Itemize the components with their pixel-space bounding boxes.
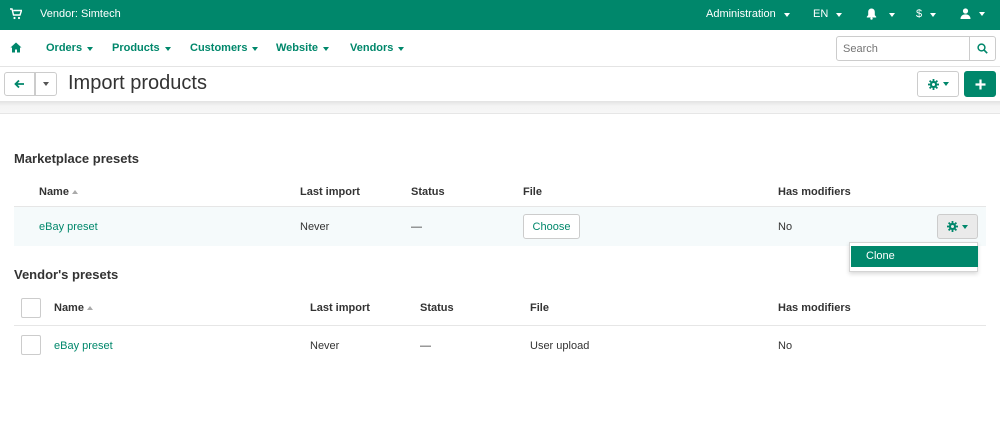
home-icon[interactable] [10,42,22,54]
vendor-preset-name-link[interactable]: eBay preset [54,340,113,352]
chevron-down-icon [979,12,985,16]
administration-label: Administration [706,8,776,20]
nav-products[interactable]: Products [112,42,171,54]
vendor-file: User upload [530,340,590,352]
search-icon [977,43,988,54]
plus-icon [975,79,985,89]
notifications-menu[interactable] [866,8,895,20]
clone-menu-item[interactable]: Clone [851,246,978,267]
currency-label: $ [916,8,923,20]
marketplace-has-modifiers: No [778,221,793,233]
chevron-down-icon [962,224,968,229]
nav-products-label: Products [112,42,160,54]
back-dropdown-button[interactable] [35,72,57,96]
back-button[interactable] [4,72,35,96]
row-actions-button[interactable] [937,214,978,239]
currency-menu[interactable]: $ [916,8,937,20]
chevron-down-icon [836,12,843,17]
marketplace-header-status: Status [411,186,445,198]
vendor-header-has-modifiers: Has modifiers [778,302,851,314]
header-name-label: Name [39,186,69,198]
chevron-down-icon [783,12,790,17]
sort-asc-icon [71,190,78,195]
chevron-down-icon [942,82,949,86]
vendor-status: — [420,340,431,352]
chevron-down-icon [322,46,329,51]
chevron-down-icon [930,12,937,17]
vendor-header-status: Status [420,302,454,314]
nav-website-label: Website [276,42,318,54]
row-actions-dropdown: Clone [849,242,978,272]
marketplace-last-import: Never [300,221,330,233]
bell-icon [866,8,877,20]
search-button[interactable] [969,37,995,60]
settings-button[interactable] [917,71,959,97]
marketplace-header-last-import: Last import [300,186,360,198]
marketplace-header-file: File [523,186,542,198]
marketplace-header-has-modifiers: Has modifiers [778,186,851,198]
nav-customers-label: Customers [190,42,248,54]
vendor-header-file: File [530,302,549,314]
language-menu[interactable]: EN [813,8,843,20]
marketplace-status: — [411,221,422,233]
chevron-down-icon [87,46,94,51]
marketplace-presets-title: Marketplace presets [14,151,140,166]
top-bar: Vendor: Simtech Administration EN $ [0,0,1000,30]
user-icon [960,8,971,19]
administration-menu[interactable]: Administration [706,8,790,20]
vendor-header-name[interactable]: Name [54,302,93,314]
header-name-label: Name [54,302,84,314]
nav-orders[interactable]: Orders [46,42,94,54]
nav-vendors[interactable]: Vendors [350,42,405,54]
table-divider [14,325,986,326]
chevron-down-icon [889,12,895,17]
gear-icon [947,221,958,232]
page-title: Import products [68,72,207,94]
nav-website[interactable]: Website [276,42,329,54]
chevron-down-icon [164,46,171,51]
select-all-checkbox[interactable] [21,298,41,318]
arrow-left-icon [14,79,24,89]
chevron-down-icon [252,46,259,51]
user-menu[interactable] [960,8,985,19]
search-box [836,36,996,61]
vendor-label[interactable]: Vendor: Simtech [40,8,121,20]
row-checkbox[interactable] [21,335,41,355]
chevron-down-icon [43,82,49,86]
marketplace-preset-name-link[interactable]: eBay preset [39,221,98,233]
vendor-presets-title: Vendor's presets [14,267,119,282]
gear-icon [927,78,939,90]
nav-orders-label: Orders [46,42,83,54]
vendor-has-modifiers: No [778,340,793,352]
language-label: EN [813,8,829,20]
add-button[interactable] [964,71,996,97]
choose-file-button[interactable]: Choose [523,214,580,239]
table-row [14,207,986,246]
sort-asc-icon [86,306,93,311]
vendor-last-import: Never [310,340,340,352]
search-input[interactable] [837,37,969,60]
chevron-down-icon [398,46,405,51]
nav-vendors-label: Vendors [350,42,394,54]
vendor-header-last-import: Last import [310,302,370,314]
header-divider [0,101,1000,114]
nav-customers[interactable]: Customers [190,42,259,54]
marketplace-header-name[interactable]: Name [39,186,78,198]
cart-icon[interactable] [10,8,24,22]
